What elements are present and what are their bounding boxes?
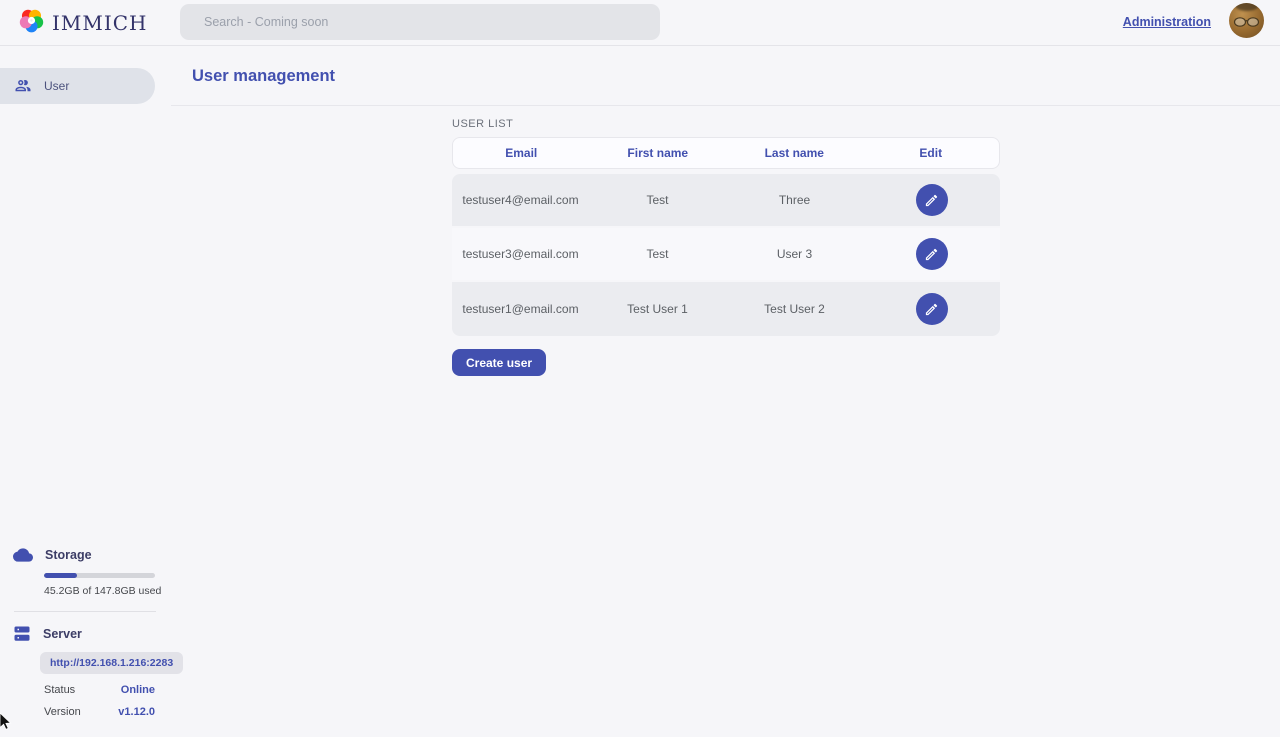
page-title: User management — [192, 67, 335, 86]
cell-last-name: User 3 — [726, 247, 863, 261]
pencil-icon — [924, 247, 939, 262]
pencil-icon — [924, 193, 939, 208]
cell-edit — [863, 184, 1000, 216]
cell-edit — [863, 238, 1000, 270]
glasses-icon — [1233, 15, 1260, 29]
main-content: User management USER LIST Email First na… — [171, 47, 1280, 730]
storage-progress-fill — [44, 573, 77, 578]
user-list-label: USER LIST — [452, 118, 1280, 130]
server-racks-icon — [13, 625, 31, 643]
server-status-row: Status Online — [44, 684, 155, 696]
column-header-first-name: First name — [590, 146, 727, 160]
server-title: Server — [43, 627, 82, 641]
sidebar: User Storage 45.2GB of 147.8GB used Serv… — [0, 47, 171, 730]
table-row: testuser1@email.comTest User 1Test User … — [452, 282, 1000, 336]
user-table: Email First name Last name Edit testuser… — [452, 137, 1000, 336]
cell-edit — [863, 293, 1000, 325]
app-logo: IMMICH — [18, 7, 148, 39]
table-row: testuser3@email.comTestUser 3 — [452, 228, 1000, 282]
mouse-cursor-icon — [0, 712, 13, 737]
status-label: Status — [44, 684, 75, 696]
table-header-row: Email First name Last name Edit — [452, 137, 1000, 169]
storage-section-header: Storage — [0, 545, 171, 565]
avatar-photo-detail — [1235, 3, 1259, 11]
status-value: Online — [121, 684, 155, 696]
cell-last-name: Three — [726, 193, 863, 207]
cell-email: testuser1@email.com — [452, 302, 589, 316]
people-group-icon — [14, 77, 32, 95]
user-avatar[interactable] — [1229, 3, 1264, 38]
column-header-edit: Edit — [863, 146, 1000, 160]
cell-email: testuser4@email.com — [452, 193, 589, 207]
storage-progress-bar — [44, 573, 155, 578]
cloud-icon — [13, 545, 33, 565]
search-input[interactable] — [180, 4, 660, 40]
edit-user-button[interactable] — [916, 184, 948, 216]
version-value: v1.12.0 — [118, 706, 155, 718]
create-user-button[interactable]: Create user — [452, 349, 546, 376]
immich-flower-icon — [18, 7, 45, 39]
column-header-email: Email — [453, 146, 590, 160]
cell-first-name: Test — [589, 247, 726, 261]
top-header: IMMICH Administration — [0, 0, 1280, 46]
edit-user-button[interactable] — [916, 238, 948, 270]
server-url-chip: http://192.168.1.216:2283 — [40, 652, 183, 674]
table-row: testuser4@email.comTestThree — [452, 174, 1000, 228]
version-label: Version — [44, 706, 81, 718]
server-version-row: Version v1.12.0 — [44, 706, 155, 718]
sidebar-footer: Storage 45.2GB of 147.8GB used Server ht… — [0, 545, 171, 718]
cell-first-name: Test User 1 — [589, 302, 726, 316]
sidebar-item-user[interactable]: User — [0, 68, 155, 104]
cell-first-name: Test — [589, 193, 726, 207]
server-section-header: Server — [0, 625, 171, 643]
cell-email: testuser3@email.com — [452, 247, 589, 261]
pencil-icon — [924, 302, 939, 317]
cell-last-name: Test User 2 — [726, 302, 863, 316]
sidebar-divider — [14, 611, 156, 612]
storage-usage-text: 45.2GB of 147.8GB used — [44, 585, 171, 597]
edit-user-button[interactable] — [916, 293, 948, 325]
user-table-rows: testuser4@email.comTestThreetestuser3@em… — [452, 174, 1000, 336]
column-header-last-name: Last name — [726, 146, 863, 160]
administration-link[interactable]: Administration — [1123, 15, 1211, 29]
sidebar-item-label: User — [44, 79, 69, 93]
logo-wordmark: IMMICH — [52, 11, 148, 35]
title-bar: User management — [171, 47, 1280, 106]
storage-title: Storage — [45, 548, 92, 562]
